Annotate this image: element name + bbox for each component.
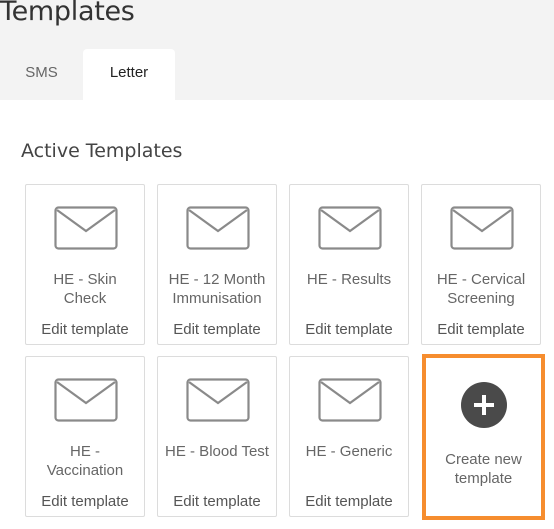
page-title: Templates <box>0 0 135 27</box>
edit-template-link[interactable]: Edit template <box>26 321 144 338</box>
envelope-icon <box>186 206 250 250</box>
template-card[interactable]: HE - Blood Test Edit template <box>157 356 277 517</box>
envelope-icon <box>318 206 382 250</box>
edit-template-link[interactable]: Edit template <box>422 321 540 338</box>
create-new-template-label: Create new template <box>445 451 522 487</box>
envelope-icon <box>318 378 382 422</box>
template-name: HE - Blood Test <box>165 443 269 460</box>
template-name: HE - Vaccination <box>46 443 124 479</box>
template-card[interactable]: HE - 12 Month Immunisation Edit template <box>157 184 277 345</box>
template-card[interactable]: HE - Results Edit template <box>289 184 409 345</box>
edit-template-link[interactable]: Edit template <box>290 321 408 338</box>
envelope-icon <box>186 378 250 422</box>
tab-letter[interactable]: Letter <box>83 49 175 100</box>
edit-template-link[interactable]: Edit template <box>158 321 276 338</box>
template-card[interactable]: HE - Skin Check Edit template <box>25 184 145 345</box>
envelope-icon <box>54 206 118 250</box>
envelope-icon <box>450 206 514 250</box>
envelope-icon <box>54 378 118 422</box>
templates-panel: Active Templates HE - Skin Check Edit te… <box>0 100 554 529</box>
create-new-template-button[interactable]: Create new template <box>422 354 545 520</box>
plus-icon <box>461 382 507 428</box>
template-name: HE - Cervical Screening <box>436 271 526 307</box>
template-name: HE - Skin Check <box>53 271 117 307</box>
edit-template-link[interactable]: Edit template <box>26 493 144 510</box>
edit-template-link[interactable]: Edit template <box>158 493 276 510</box>
template-name: HE - Generic <box>305 443 393 460</box>
template-name: HE - 12 Month Immunisation <box>168 271 266 307</box>
edit-template-link[interactable]: Edit template <box>290 493 408 510</box>
tab-bar: SMS Letter <box>0 49 554 100</box>
template-card[interactable]: HE - Generic Edit template <box>289 356 409 517</box>
section-title: Active Templates <box>21 140 183 162</box>
template-card[interactable]: HE - Cervical Screening Edit template <box>421 184 541 345</box>
template-card[interactable]: HE - Vaccination Edit template <box>25 356 145 517</box>
tab-sms[interactable]: SMS <box>0 49 83 100</box>
template-name: HE - Results <box>306 271 392 288</box>
